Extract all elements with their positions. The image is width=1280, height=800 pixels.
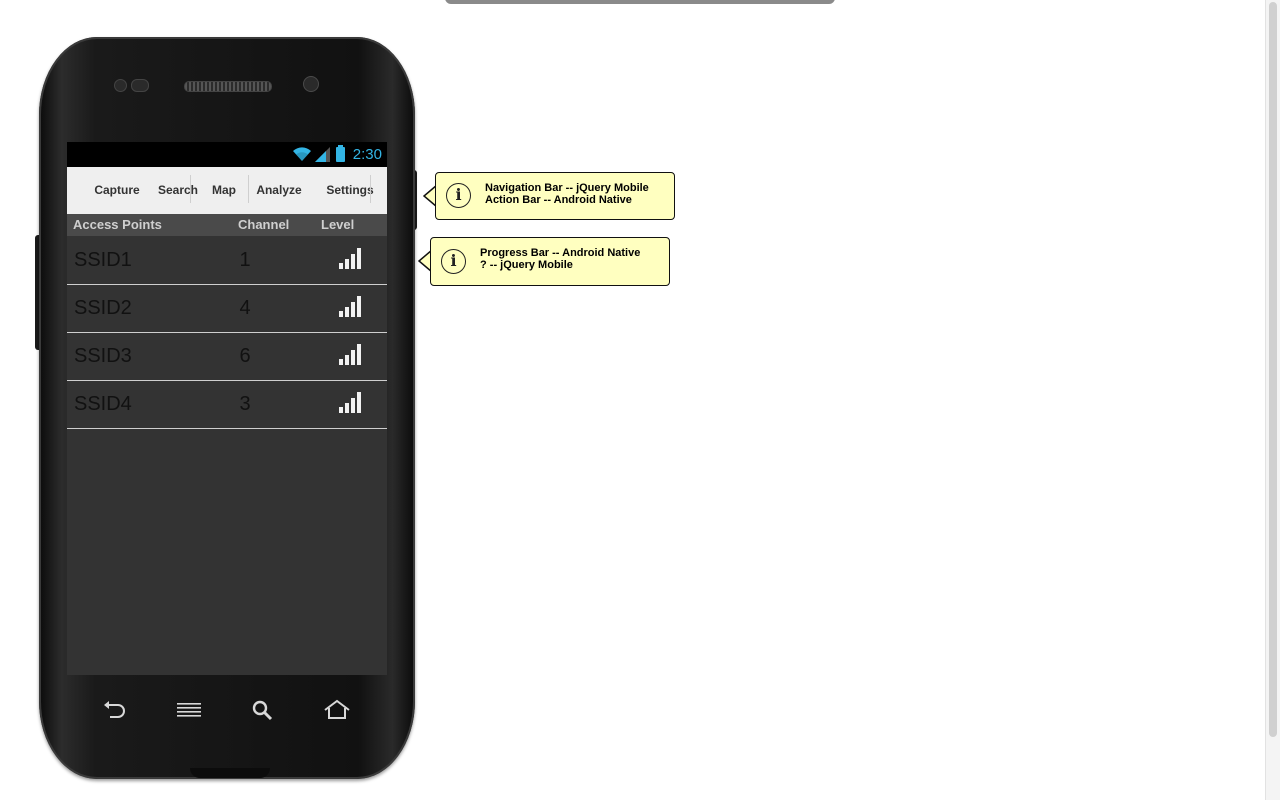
ssid-label: SSID1 xyxy=(74,249,132,271)
channel-value: 4 xyxy=(239,297,251,319)
callout-line: ? -- jQuery Mobile xyxy=(480,259,573,271)
search-icon[interactable] xyxy=(251,699,275,721)
table-row[interactable]: SSID1 1 xyxy=(67,237,387,285)
status-bar: 2:30 xyxy=(67,142,387,167)
table-header: Access Points Channel Level xyxy=(67,214,387,236)
callout-line: Progress Bar -- Android Native xyxy=(480,247,641,259)
channel-value: 1 xyxy=(239,249,251,271)
sensor-icon xyxy=(131,79,149,92)
table-row[interactable]: SSID2 4 xyxy=(67,285,387,333)
annotation-callout: i Navigation Bar -- jQuery Mobile Action… xyxy=(435,172,675,220)
callout-line: Action Bar -- Android Native xyxy=(485,194,632,206)
nav-separator xyxy=(190,175,191,203)
front-camera-icon xyxy=(303,76,319,92)
callout-line: Navigation Bar -- jQuery Mobile xyxy=(485,182,649,194)
home-icon[interactable] xyxy=(323,699,351,721)
nav-search[interactable]: Search xyxy=(155,167,201,214)
header-level: Level xyxy=(321,217,355,232)
channel-value: 3 xyxy=(239,393,251,415)
sensor-icon xyxy=(114,79,127,92)
status-time: 2:30 xyxy=(352,146,382,163)
signal-full-icon xyxy=(339,392,361,413)
ssid-label: SSID2 xyxy=(74,297,132,319)
scrollbar-thumb[interactable] xyxy=(1269,2,1277,737)
nav-settings[interactable]: Settings xyxy=(323,167,377,214)
channel-value: 6 xyxy=(239,345,251,367)
signal-full-icon xyxy=(339,248,361,269)
info-icon: i xyxy=(441,249,466,274)
table-row[interactable]: SSID3 6 xyxy=(67,333,387,381)
nav-map[interactable]: Map xyxy=(207,167,241,214)
phone-screen: 2:30 Capture Search Map Analyze Settings… xyxy=(67,142,387,675)
nav-analyze[interactable]: Analyze xyxy=(253,167,305,214)
top-tab xyxy=(445,0,835,4)
ssid-label: SSID3 xyxy=(74,345,132,367)
page-scrollbar[interactable] xyxy=(1265,0,1280,800)
nav-separator xyxy=(370,175,371,203)
speaker-grille xyxy=(184,81,272,92)
back-icon[interactable] xyxy=(102,699,128,721)
ssid-label: SSID4 xyxy=(74,393,132,415)
nav-separator xyxy=(248,175,249,203)
signal-full-icon xyxy=(339,344,361,365)
phone-bottom-notch xyxy=(190,768,270,778)
nav-capture[interactable]: Capture xyxy=(87,167,147,214)
menu-icon[interactable] xyxy=(176,699,202,721)
info-icon: i xyxy=(446,183,471,208)
annotation-callout: i Progress Bar -- Android Native ? -- jQ… xyxy=(430,237,670,286)
header-channel: Channel xyxy=(238,217,290,232)
table-row[interactable]: SSID4 3 xyxy=(67,381,387,429)
signal-full-icon xyxy=(339,296,361,317)
battery-icon xyxy=(336,145,345,162)
wifi-icon xyxy=(293,147,311,161)
navigation-bar: Capture Search Map Analyze Settings xyxy=(67,167,387,214)
signal-icon xyxy=(315,147,330,162)
header-access-points: Access Points xyxy=(73,217,162,232)
